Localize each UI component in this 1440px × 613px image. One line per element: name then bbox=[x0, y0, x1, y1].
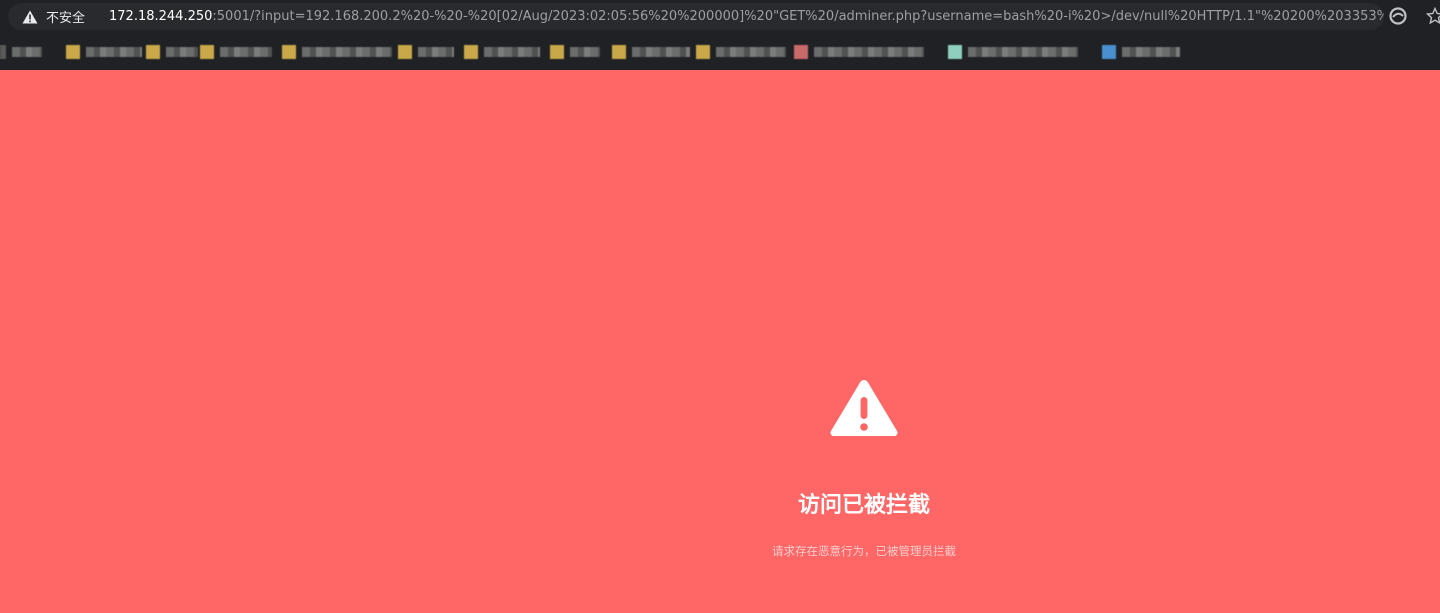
alert-triangle-icon bbox=[828, 377, 900, 439]
bookmark-star-icon[interactable] bbox=[1425, 6, 1440, 25]
edge-icon[interactable] bbox=[1389, 7, 1407, 25]
bookmark-item[interactable] bbox=[696, 44, 786, 60]
browser-chrome: 不安全 172.18.244.250:5001/?input=192.168.2… bbox=[0, 0, 1440, 70]
bookmark-item[interactable] bbox=[398, 44, 454, 60]
folder-icon bbox=[398, 45, 412, 59]
folder-icon bbox=[550, 45, 564, 59]
folder-icon bbox=[464, 45, 478, 59]
bookmark-item[interactable] bbox=[550, 44, 600, 60]
folder-icon bbox=[0, 45, 6, 59]
bookmark-item[interactable] bbox=[794, 44, 924, 60]
folder-icon bbox=[66, 45, 80, 59]
site-favicon bbox=[948, 45, 962, 59]
folder-icon bbox=[612, 45, 626, 59]
folder-icon bbox=[200, 45, 214, 59]
block-description: 请求存在恶意行为，已被管理员拦截 bbox=[772, 544, 956, 558]
site-favicon bbox=[1102, 45, 1116, 59]
site-favicon bbox=[794, 45, 808, 59]
bookmark-item[interactable] bbox=[1102, 44, 1180, 60]
bookmark-item[interactable] bbox=[0, 44, 42, 60]
not-secure-label[interactable]: 不安全 bbox=[46, 7, 85, 26]
folder-icon bbox=[696, 45, 710, 59]
warning-triangle-icon[interactable] bbox=[22, 10, 38, 24]
address-bar[interactable]: 不安全 172.18.244.250:5001/?input=192.168.2… bbox=[8, 3, 1384, 30]
bookmark-item[interactable] bbox=[612, 44, 690, 60]
bookmark-item[interactable] bbox=[282, 44, 392, 60]
bookmarks-bar bbox=[0, 36, 1440, 70]
folder-icon bbox=[282, 45, 296, 59]
block-title: 访问已被拦截 bbox=[797, 493, 930, 518]
folder-icon bbox=[146, 45, 160, 59]
bookmark-item[interactable] bbox=[948, 44, 1078, 60]
bookmark-item[interactable] bbox=[146, 44, 198, 60]
block-page bbox=[0, 70, 1440, 613]
url-host[interactable]: 172.18.244.250 bbox=[109, 9, 212, 24]
url-path[interactable]: :5001/?input=192.168.200.2%20-%20-%20[02… bbox=[212, 9, 1384, 24]
bookmark-item[interactable] bbox=[66, 44, 142, 60]
bookmark-item[interactable] bbox=[464, 44, 540, 60]
bookmark-item[interactable] bbox=[200, 44, 272, 60]
